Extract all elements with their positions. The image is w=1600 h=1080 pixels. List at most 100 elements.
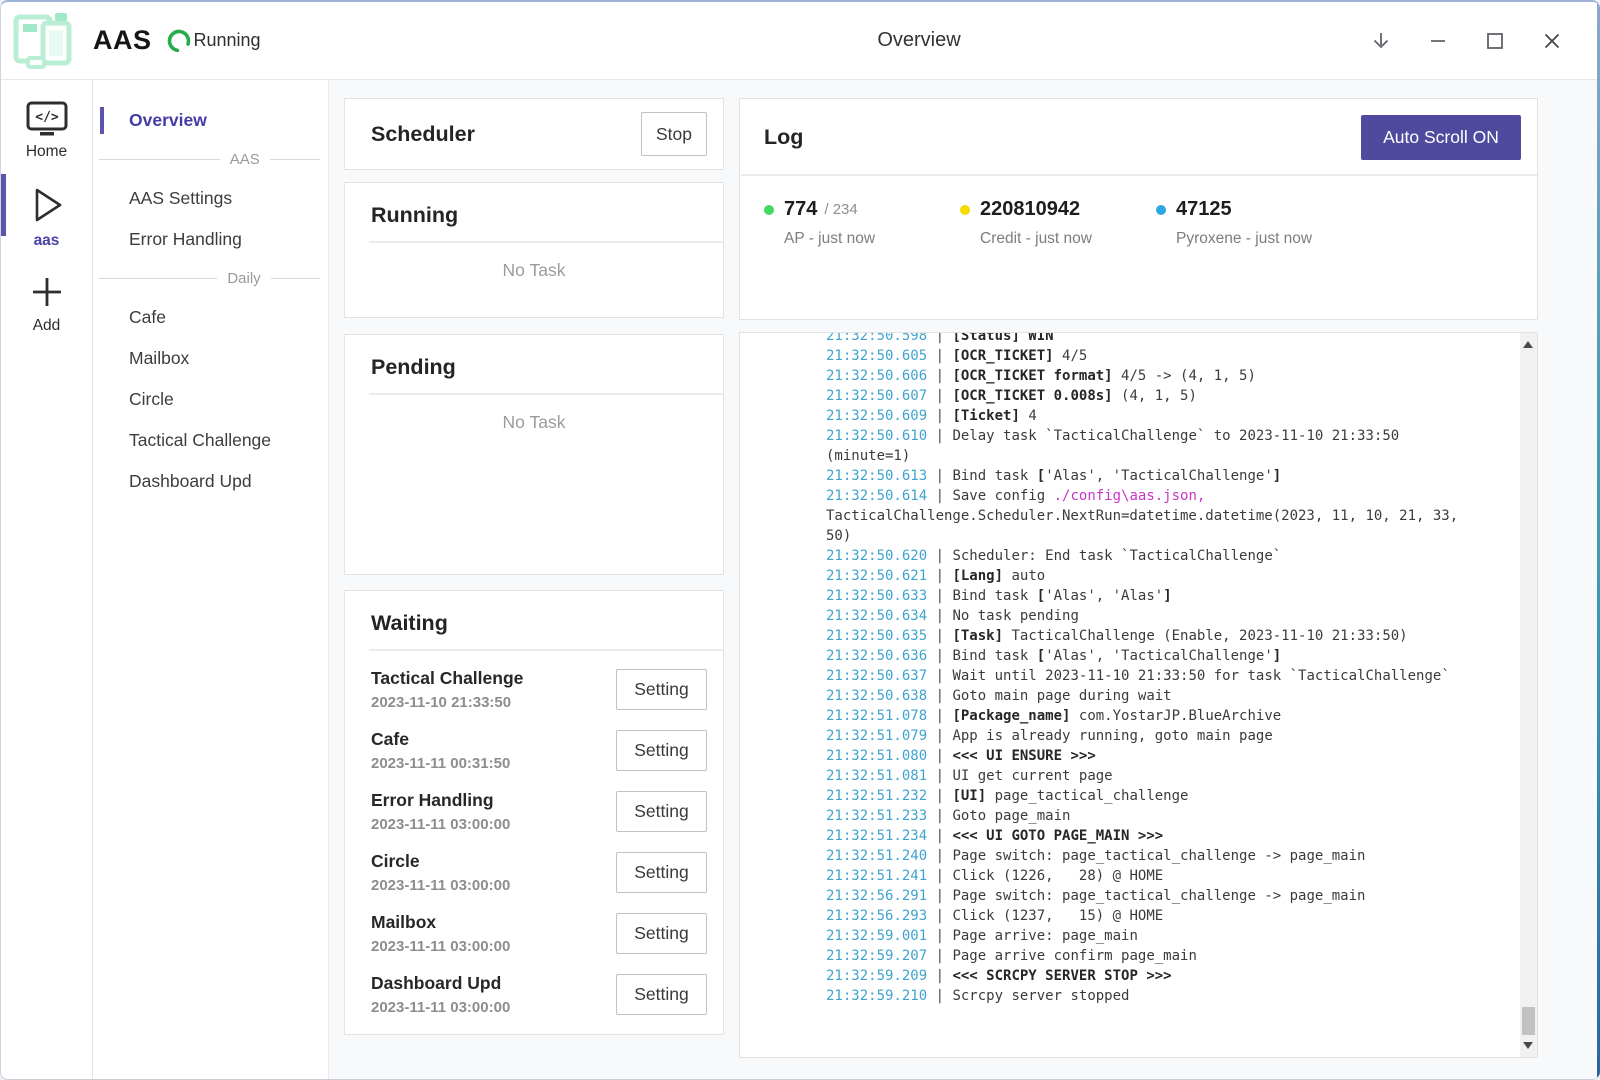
log-time: 21:32:50.620 — [826, 548, 927, 564]
log-separator: | — [927, 988, 952, 1004]
titlebar: AAS Running Overview — [1, 2, 1600, 80]
log-level: INFO — [744, 766, 826, 786]
log-text: [Task] — [952, 628, 1003, 644]
nav-section-divider: AAS — [99, 151, 320, 168]
task-next-run: 2023-11-11 03:00:00 — [371, 938, 510, 955]
maximize-button[interactable] — [1483, 29, 1507, 53]
log-separator: | — [927, 332, 952, 344]
log-level: INFO — [744, 746, 826, 766]
task-info: Mailbox 2023-11-11 03:00:00 — [371, 912, 510, 955]
rail-item-add[interactable]: Add — [27, 272, 67, 335]
log-text: ] — [1273, 648, 1281, 664]
log-level: INFO — [744, 546, 826, 566]
log-text: auto — [1003, 568, 1045, 584]
auto-scroll-button[interactable]: Auto Scroll ON — [1361, 115, 1521, 160]
log-text: [OCR_TICKET format] — [952, 368, 1112, 384]
log-separator: | — [927, 788, 952, 804]
log-separator: | — [927, 888, 952, 904]
log-line: INFO21:32:50.613 | Bind task ['Alas', 'T… — [744, 466, 1470, 486]
pending-empty-text: No Task — [345, 412, 723, 433]
log-level: INFO — [744, 646, 826, 666]
task-name: Mailbox — [371, 912, 510, 933]
nav-item-dashboard-upd[interactable]: Dashboard Upd — [93, 461, 328, 502]
log-separator: | — [927, 648, 952, 664]
scrollbar-up-arrow[interactable] — [1523, 341, 1533, 348]
scheduler-card: Scheduler Stop — [344, 98, 724, 170]
log-level: INFO — [744, 926, 826, 946]
window-controls — [1369, 2, 1564, 80]
waiting-task-row: Mailbox 2023-11-11 03:00:00 Setting — [345, 903, 723, 964]
nav-item-mailbox[interactable]: Mailbox — [93, 338, 328, 379]
log-separator: | — [927, 928, 952, 944]
log-content: INFO21:32:50.598 | [Status] WININFO21:32… — [740, 332, 1470, 1006]
task-setting-button[interactable]: Setting — [616, 852, 707, 893]
nav-list: OverviewAASAAS SettingsError HandlingDai… — [93, 100, 328, 502]
nav-item-circle[interactable]: Circle — [93, 379, 328, 420]
log-level: INFO — [744, 566, 826, 586]
log-text: [ — [1037, 648, 1045, 664]
stop-button[interactable]: Stop — [641, 112, 707, 156]
task-name: Circle — [371, 851, 510, 872]
waiting-title: Waiting — [371, 611, 723, 649]
log-time: 21:32:50.614 — [826, 488, 927, 504]
task-setting-button[interactable]: Setting — [616, 913, 707, 954]
status-indicator: Running — [166, 28, 261, 54]
log-line: INFO21:32:50.609 | [Ticket] 4 — [744, 406, 1470, 426]
log-header-card: Log Auto Scroll ON 774/ 234AP - just now… — [739, 98, 1538, 320]
task-setting-button[interactable]: Setting — [616, 730, 707, 771]
log-separator: | — [927, 708, 952, 724]
pending-title: Pending — [371, 355, 723, 393]
log-separator: | — [927, 948, 952, 964]
log-time: 21:32:51.078 — [826, 708, 927, 724]
task-setting-button[interactable]: Setting — [616, 669, 707, 710]
stat-value: 774 — [784, 198, 817, 221]
nav-item-error-handling[interactable]: Error Handling — [93, 219, 328, 260]
log-line: INFO21:32:51.233 | Goto page_main — [744, 806, 1470, 826]
download-update-button[interactable] — [1369, 29, 1393, 53]
log-time: 21:32:59.207 — [826, 948, 927, 964]
waiting-task-row: Dashboard Upd2023-11-11 03:00:00Setting — [345, 964, 723, 1025]
log-level: INFO — [744, 666, 826, 686]
nav-item-tactical-challenge[interactable]: Tactical Challenge — [93, 420, 328, 461]
rail-active-indicator — [1, 174, 6, 236]
scrollbar-thumb[interactable] — [1522, 1007, 1535, 1035]
nav-item-aas-settings[interactable]: AAS Settings — [93, 178, 328, 219]
task-setting-button[interactable]: Setting — [616, 791, 707, 832]
log-level: INFO — [744, 346, 826, 366]
log-line: INFO21:32:51.080 | <<< UI ENSURE >>> — [744, 746, 1470, 766]
minimize-button[interactable] — [1426, 29, 1450, 53]
scrollbar-down-arrow[interactable] — [1523, 1042, 1533, 1049]
rail-item-aas[interactable]: aas — [26, 183, 68, 250]
log-text: ] — [1163, 588, 1171, 604]
log-text: Click (1226, 28) @ HOME — [952, 868, 1163, 884]
app-window: AAS Running Overview — [0, 0, 1600, 1080]
log-line: INFO21:32:51.079 | App is already runnin… — [744, 726, 1470, 746]
log-separator: | — [927, 688, 952, 704]
log-level: INFO — [744, 786, 826, 806]
nav-item-overview[interactable]: Overview — [93, 100, 328, 141]
stat-suffix: / 234 — [824, 201, 857, 218]
log-separator: | — [927, 728, 952, 744]
running-card: Running No Task — [344, 182, 724, 318]
log-text: TacticalChallenge (Enable, 2023-11-10 21… — [1003, 628, 1408, 644]
log-text: Wait until 2023-11-10 21:33:50 for task … — [952, 668, 1449, 684]
log-text: ] — [1273, 468, 1281, 484]
stat-dot — [960, 205, 970, 215]
task-next-run: 2023-11-11 00:31:50 — [371, 755, 510, 772]
log-separator: | — [927, 868, 952, 884]
log-line: INFO21:32:51.234 | <<< UI GOTO PAGE_MAIN… — [744, 826, 1470, 846]
log-text: Click (1237, 15) @ HOME — [952, 908, 1163, 924]
log-scrollbar[interactable] — [1520, 333, 1537, 1057]
log-title: Log — [764, 125, 803, 150]
log-text: [Lang] — [952, 568, 1003, 584]
plus-icon — [27, 272, 67, 312]
task-setting-button[interactable]: Setting — [616, 974, 707, 1015]
divider — [369, 241, 723, 243]
task-name: Error Handling — [371, 790, 510, 811]
log-line: INFO21:32:50.607 | [OCR_TICKET 0.008s] (… — [744, 386, 1470, 406]
rail-item-home[interactable]: </> Home — [25, 100, 69, 161]
log-line: INFO21:32:50.634 | No task pending — [744, 606, 1470, 626]
nav-item-cafe[interactable]: Cafe — [93, 297, 328, 338]
log-time: 21:32:50.613 — [826, 468, 927, 484]
close-button[interactable] — [1540, 29, 1564, 53]
